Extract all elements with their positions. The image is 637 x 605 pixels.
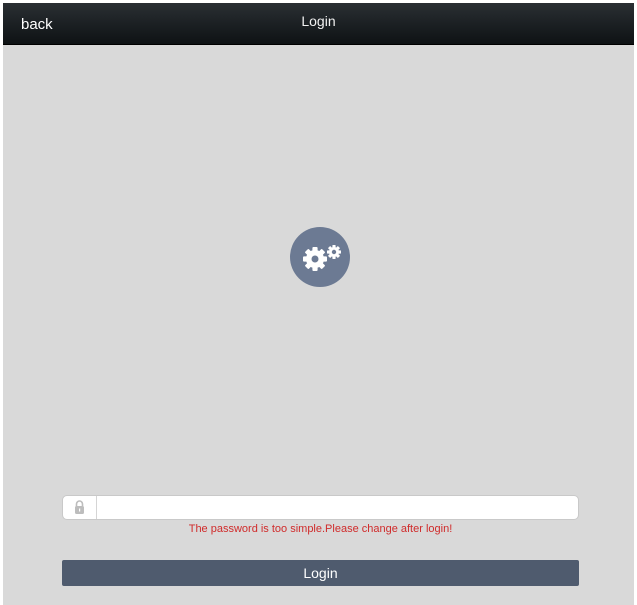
gears-icon	[303, 245, 341, 271]
password-warning: The password is too simple.Please change…	[188, 523, 453, 535]
login-button[interactable]: Login	[62, 560, 579, 586]
lock-icon-area	[63, 496, 97, 519]
lock-icon	[75, 500, 84, 514]
navigation-bar: back Login	[3, 3, 634, 45]
password-input[interactable]	[99, 498, 573, 519]
password-field[interactable]	[62, 495, 579, 520]
app-logo	[290, 227, 350, 287]
app-frame: back Login The password is too simple.Pl…	[3, 3, 634, 605]
page-title: Login	[301, 13, 336, 29]
